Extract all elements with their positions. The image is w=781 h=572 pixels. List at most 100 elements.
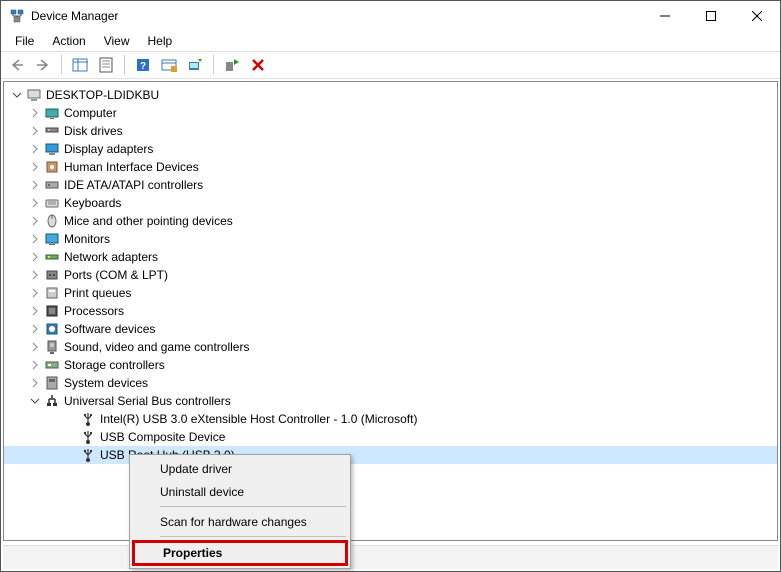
tree-category[interactable]: IDE ATA/ATAPI controllers — [4, 176, 777, 194]
forward-button[interactable] — [31, 53, 55, 77]
menu-file[interactable]: File — [7, 32, 42, 50]
usb-icon — [80, 447, 96, 463]
chevron-right-icon[interactable] — [28, 124, 42, 138]
tree-category[interactable]: Processors — [4, 302, 777, 320]
ctx-scan-hardware[interactable]: Scan for hardware changes — [132, 510, 348, 533]
device-category-icon — [44, 357, 60, 373]
chevron-right-icon[interactable] — [28, 304, 42, 318]
chevron-right-icon[interactable] — [28, 214, 42, 228]
scan-hardware-button[interactable] — [157, 53, 181, 77]
ctx-properties[interactable]: Properties — [132, 540, 348, 566]
device-category-icon — [44, 393, 60, 409]
chevron-right-icon[interactable] — [28, 250, 42, 264]
tree-category[interactable]: Display adapters — [4, 140, 777, 158]
device-category-icon — [44, 159, 60, 175]
tree-category[interactable]: Print queues — [4, 284, 777, 302]
chevron-right-icon[interactable] — [28, 160, 42, 174]
chevron-right-icon[interactable] — [28, 142, 42, 156]
device-category-icon — [44, 303, 60, 319]
update-driver-button[interactable] — [183, 53, 207, 77]
tree-device[interactable]: USB Root Hub (USB 3.0) — [4, 446, 777, 464]
tree-device-label: USB Composite Device — [100, 430, 225, 444]
tree-category-label: System devices — [64, 376, 148, 390]
tree-device[interactable]: USB Composite Device — [4, 428, 777, 446]
tree-category-label: Disk drives — [64, 124, 123, 138]
chevron-right-icon[interactable] — [28, 322, 42, 336]
tree-category[interactable]: System devices — [4, 374, 777, 392]
enable-device-button[interactable] — [220, 53, 244, 77]
tree-category[interactable]: Sound, video and game controllers — [4, 338, 777, 356]
chevron-right-icon[interactable] — [28, 358, 42, 372]
tree-category[interactable]: Computer — [4, 104, 777, 122]
tree-category-label: IDE ATA/ATAPI controllers — [64, 178, 203, 192]
svg-text:?: ? — [140, 61, 146, 72]
title-bar: Device Manager — [1, 1, 780, 31]
device-category-icon — [44, 213, 60, 229]
chevron-right-icon[interactable] — [28, 340, 42, 354]
uninstall-device-button[interactable] — [246, 53, 270, 77]
chevron-right-icon[interactable] — [28, 106, 42, 120]
minimize-button[interactable] — [642, 1, 688, 31]
tree-category[interactable]: Human Interface Devices — [4, 158, 777, 176]
device-category-icon — [44, 123, 60, 139]
tree-category[interactable]: Ports (COM & LPT) — [4, 266, 777, 284]
tree-category-label: Network adapters — [64, 250, 158, 264]
tree-category-label: Keyboards — [64, 196, 121, 210]
menu-view[interactable]: View — [96, 32, 138, 50]
close-button[interactable] — [734, 1, 780, 31]
chevron-right-icon[interactable] — [28, 232, 42, 246]
chevron-down-icon[interactable] — [10, 88, 24, 102]
toolbar: ? — [1, 51, 780, 79]
device-category-icon — [44, 105, 60, 121]
tree-category[interactable]: Mice and other pointing devices — [4, 212, 777, 230]
tree-category[interactable]: Keyboards — [4, 194, 777, 212]
device-tree: DESKTOP-LDIDKBU Computer Disk drives Displ… — [4, 82, 777, 468]
chevron-down-icon[interactable] — [28, 394, 42, 408]
properties-button[interactable] — [94, 53, 118, 77]
context-menu: Update driver Uninstall device Scan for … — [129, 454, 351, 569]
back-button[interactable] — [5, 53, 29, 77]
tree-category-label: Computer — [64, 106, 117, 120]
usb-icon — [80, 429, 96, 445]
chevron-right-icon[interactable] — [28, 268, 42, 282]
app-icon — [9, 8, 25, 24]
device-category-icon — [44, 267, 60, 283]
tree-category[interactable]: Network adapters — [4, 248, 777, 266]
tree-category[interactable]: Universal Serial Bus controllers — [4, 392, 777, 410]
tree-category[interactable]: Software devices — [4, 320, 777, 338]
tree-device[interactable]: Intel(R) USB 3.0 eXtensible Host Control… — [4, 410, 777, 428]
tree-category-label: Sound, video and game controllers — [64, 340, 249, 354]
usb-icon — [80, 411, 96, 427]
menu-help[interactable]: Help — [140, 32, 181, 50]
chevron-right-icon[interactable] — [28, 286, 42, 300]
help-button[interactable]: ? — [131, 53, 155, 77]
menu-bar: File Action View Help — [1, 31, 780, 51]
device-category-icon — [44, 231, 60, 247]
ctx-update-driver[interactable]: Update driver — [132, 457, 348, 480]
expander-empty — [64, 448, 78, 462]
toolbar-separator — [124, 55, 125, 75]
tree-device-label: Intel(R) USB 3.0 eXtensible Host Control… — [100, 412, 417, 426]
tree-category[interactable]: Storage controllers — [4, 356, 777, 374]
chevron-right-icon[interactable] — [28, 196, 42, 210]
ctx-separator — [160, 506, 346, 507]
expander-empty — [64, 430, 78, 444]
device-category-icon — [44, 339, 60, 355]
chevron-right-icon[interactable] — [28, 178, 42, 192]
show-hide-tree-button[interactable] — [68, 53, 92, 77]
tree-category[interactable]: Monitors — [4, 230, 777, 248]
toolbar-separator — [213, 55, 214, 75]
tree-category-label: Monitors — [64, 232, 110, 246]
window-title: Device Manager — [31, 9, 642, 23]
tree-root[interactable]: DESKTOP-LDIDKBU — [4, 86, 777, 104]
tree-category[interactable]: Disk drives — [4, 122, 777, 140]
device-category-icon — [44, 285, 60, 301]
tree-category-label: Processors — [64, 304, 124, 318]
ctx-uninstall-device[interactable]: Uninstall device — [132, 480, 348, 503]
tree-category-label: Print queues — [64, 286, 131, 300]
tree-category-label: Software devices — [64, 322, 155, 336]
maximize-button[interactable] — [688, 1, 734, 31]
device-tree-panel[interactable]: DESKTOP-LDIDKBU Computer Disk drives Displ… — [3, 81, 778, 541]
menu-action[interactable]: Action — [44, 32, 93, 50]
chevron-right-icon[interactable] — [28, 376, 42, 390]
